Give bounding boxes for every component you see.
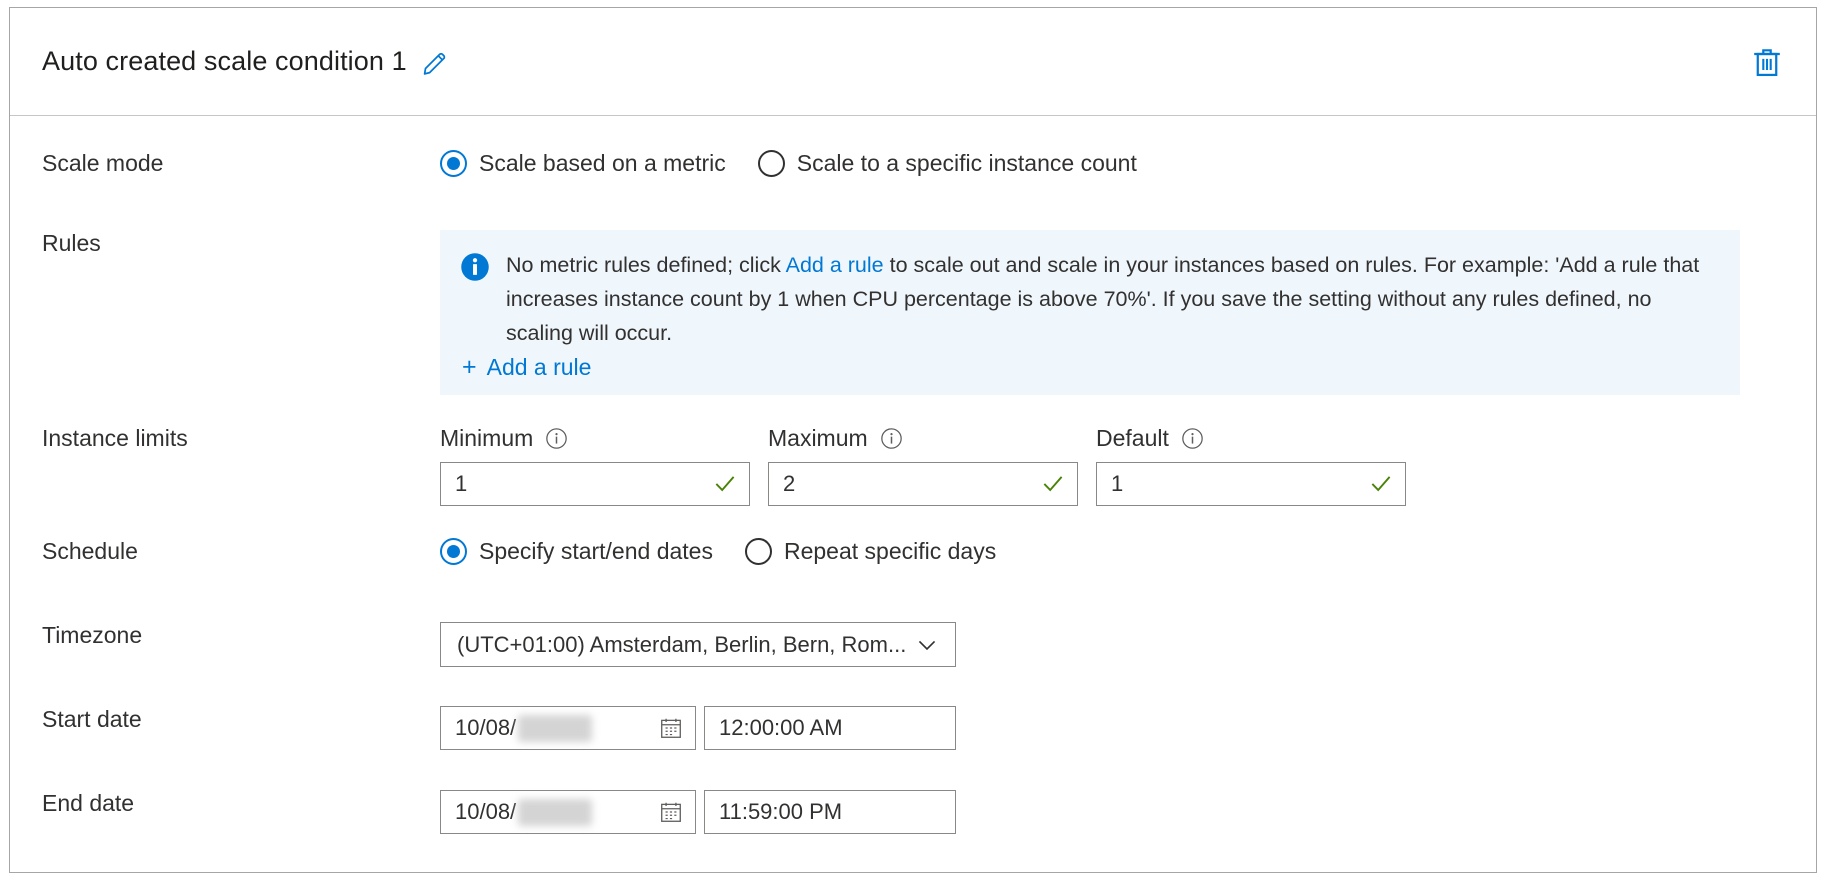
timezone-value: (UTC+01:00) Amsterdam, Berlin, Bern, Rom… (457, 631, 907, 657)
radio-mark-icon (744, 538, 772, 565)
schedule-radio-group: Specify start/end dates Repeat specific … (440, 538, 1816, 565)
maximum-label: Maximum (768, 425, 868, 451)
scale-mode-radio-group: Scale based on a metric Scale to a speci… (440, 150, 1816, 177)
instance-limits-label: Instance limits (42, 425, 188, 451)
scale-mode-row: Scale mode Scale based on a metric Scale… (10, 150, 1816, 204)
pencil-icon[interactable] (421, 47, 451, 77)
radio-scale-to-instance-count[interactable]: Scale to a specific instance count (757, 150, 1137, 177)
panel-body: Scale mode Scale based on a metric Scale… (10, 116, 1816, 844)
info-icon[interactable] (545, 427, 568, 450)
end-time-input[interactable]: 11:59:00 PM (704, 790, 956, 834)
radio-specify-start-end-dates[interactable]: Specify start/end dates (440, 538, 713, 565)
timezone-row: Timezone (UTC+01:00) Amsterdam, Berlin, … (10, 622, 1816, 676)
scale-mode-label: Scale mode (42, 150, 164, 176)
radio-label: Specify start/end dates (479, 538, 713, 564)
chevron-down-icon (915, 633, 939, 657)
end-date-input[interactable]: 10/08/ (440, 790, 696, 834)
start-time-value: 12:00:00 AM (719, 715, 843, 740)
schedule-label: Schedule (42, 538, 138, 564)
start-date-text: 10/08/ (455, 715, 517, 740)
timezone-select[interactable]: (UTC+01:00) Amsterdam, Berlin, Bern, Rom… (440, 622, 956, 667)
radio-label: Scale based on a metric (479, 150, 726, 176)
radio-label: Scale to a specific instance count (796, 150, 1137, 176)
calendar-icon[interactable] (659, 800, 683, 824)
rules-label: Rules (42, 230, 101, 256)
rules-message-part1: No metric rules defined; click (506, 253, 786, 277)
radio-scale-based-on-metric[interactable]: Scale based on a metric (440, 150, 726, 177)
add-a-rule-button[interactable]: + Add a rule (462, 354, 591, 381)
scale-condition-panel: Auto created scale condition 1 Scale mod… (9, 7, 1817, 873)
maximum-limit-group: Maximum 2 (768, 425, 1078, 506)
redacted-year (518, 714, 593, 742)
schedule-row: Schedule Specify start/end dates Repeat … (10, 538, 1816, 592)
start-date-row: Start date 10/08/ 12:00:00 AM (10, 706, 1816, 760)
start-date-input[interactable]: 10/08/ (440, 706, 696, 750)
calendar-icon[interactable] (659, 716, 683, 740)
rules-info-text: No metric rules defined; click Add a rul… (506, 248, 1701, 350)
timezone-label: Timezone (42, 622, 143, 648)
end-time-value: 11:59:00 PM (719, 799, 843, 824)
panel-header: Auto created scale condition 1 (10, 8, 1816, 116)
instance-limits-fields: Minimum 1 Maximum 2 Default 1 (440, 425, 1816, 506)
radio-mark-icon (440, 538, 467, 565)
radio-mark-icon (757, 150, 785, 177)
radio-label: Repeat specific days (783, 538, 997, 564)
end-date-text: 10/08/ (455, 799, 517, 824)
end-date-value: 10/08/ (441, 798, 659, 826)
valid-check-icon (713, 472, 737, 496)
radio-mark-icon (440, 150, 467, 177)
radio-repeat-specific-days[interactable]: Repeat specific days (744, 538, 997, 565)
default-limit-group: Default 1 (1096, 425, 1406, 506)
trash-icon[interactable] (1752, 46, 1782, 78)
info-icon[interactable] (880, 427, 903, 450)
default-value: 1 (1111, 471, 1124, 496)
valid-check-icon (1041, 472, 1065, 496)
default-input[interactable]: 1 (1096, 462, 1406, 506)
minimum-input[interactable]: 1 (440, 462, 750, 506)
start-date-label: Start date (42, 706, 142, 732)
instance-limits-row: Instance limits Minimum 1 Maximum 2 Defa… (10, 425, 1816, 506)
add-a-rule-inline-link[interactable]: Add a rule (786, 253, 884, 277)
redacted-year (518, 798, 593, 826)
valid-check-icon (1369, 472, 1393, 496)
default-label: Default (1096, 425, 1169, 451)
end-date-label: End date (42, 790, 135, 816)
maximum-input[interactable]: 2 (768, 462, 1078, 506)
page-title: Auto created scale condition 1 (42, 46, 407, 76)
maximum-value: 2 (783, 471, 796, 496)
info-icon[interactable] (1181, 427, 1204, 450)
end-date-row: End date 10/08/ 11:59:00 PM (10, 790, 1816, 844)
rules-row: Rules No metric rules defined; click Add… (10, 230, 1816, 395)
rules-info-banner: No metric rules defined; click Add a rul… (440, 230, 1740, 395)
plus-icon: + (462, 353, 477, 381)
minimum-limit-group: Minimum 1 (440, 425, 750, 506)
info-circle-icon (460, 252, 490, 287)
start-time-input[interactable]: 12:00:00 AM (704, 706, 956, 750)
minimum-value: 1 (455, 471, 468, 496)
minimum-label: Minimum (440, 425, 534, 451)
add-a-rule-label: Add a rule (486, 354, 592, 380)
start-date-value: 10/08/ (441, 714, 659, 742)
